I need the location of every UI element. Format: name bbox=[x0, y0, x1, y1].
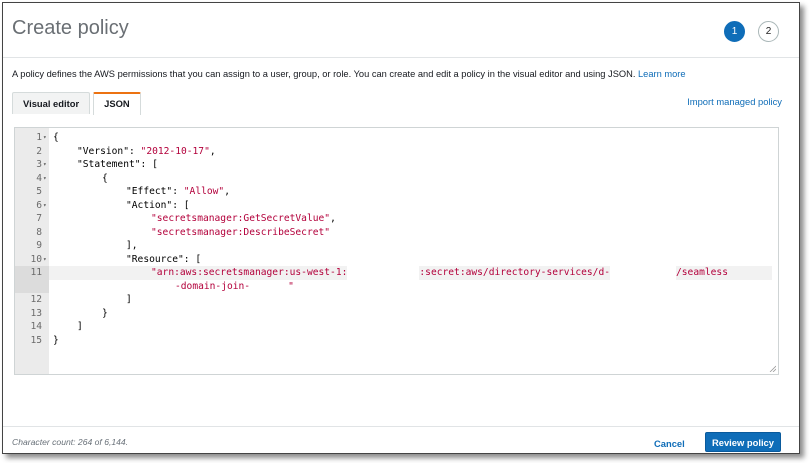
json-string: "Allow" bbox=[183, 186, 225, 197]
code-text: "Resource": [ bbox=[126, 253, 201, 267]
line-number: 12 bbox=[30, 294, 42, 305]
json-string: "2012-10-17" bbox=[140, 145, 210, 157]
fold-arrow-icon[interactable]: ▾ bbox=[43, 172, 47, 186]
line-number: 14 bbox=[30, 321, 42, 332]
code-line-wrap: -domain-join-​" bbox=[15, 279, 778, 293]
code-line: 11 "arn:aws:secretsmanager:us-west-1:​:s… bbox=[15, 266, 778, 280]
line-number: 5 bbox=[36, 186, 42, 197]
wizard-steps: 1 2 bbox=[724, 21, 779, 42]
arn-part: "arn:aws:secretsmanager:us-west-1: bbox=[151, 267, 348, 278]
code-text: } bbox=[53, 334, 59, 346]
code-text: "Action": [ bbox=[126, 199, 190, 213]
line-number: 11 bbox=[30, 267, 42, 278]
editor-tabs: Visual editor JSON bbox=[12, 92, 144, 115]
arn-part: /seamless bbox=[676, 267, 728, 278]
resize-handle-icon[interactable] bbox=[769, 365, 776, 372]
code-text: "secretsmanager:DescribeSecret" bbox=[151, 226, 330, 240]
code-line: 5 "Effect": "Allow", bbox=[15, 185, 778, 199]
json-string: "secretsmanager:GetSecretValue" bbox=[151, 213, 331, 224]
line-number: 15 bbox=[30, 334, 42, 346]
fold-arrow-icon[interactable]: ▾ bbox=[43, 158, 47, 172]
code-text: { bbox=[53, 132, 59, 143]
json-punct: : [ bbox=[140, 159, 158, 170]
code-line: 2 "Version": "2012-10-17", bbox=[15, 145, 778, 159]
code-line: 8 "secretsmanager:DescribeSecret" bbox=[15, 226, 778, 240]
json-key: "Effect" bbox=[126, 186, 173, 197]
review-policy-button[interactable]: Review policy bbox=[705, 432, 781, 452]
json-key: "Version" bbox=[77, 145, 129, 157]
arn-part: :secret:aws/directory-services/d- bbox=[419, 267, 610, 278]
code-text: ] bbox=[126, 294, 132, 305]
fold-arrow-icon[interactable]: ▾ bbox=[43, 253, 47, 267]
code-line: 12 ] bbox=[15, 293, 778, 307]
step-2-indicator: 2 bbox=[758, 21, 779, 42]
json-string: "secretsmanager:DescribeSecret" bbox=[151, 226, 331, 238]
json-punct: : [ bbox=[183, 253, 202, 265]
code-line: 4 ▾ { bbox=[15, 172, 778, 186]
line-number: 4 bbox=[36, 172, 42, 184]
character-count: Character count: 264 of 6,144. bbox=[12, 437, 129, 447]
step-1-indicator: 1 bbox=[724, 21, 745, 42]
json-punct: : [ bbox=[172, 199, 190, 211]
code-text: ], bbox=[126, 240, 138, 251]
arn-part: " bbox=[288, 280, 294, 292]
code-text: -domain-join-​" bbox=[175, 279, 294, 293]
code-line: 10 ▾ "Resource": [ bbox=[15, 253, 778, 267]
code-line: 9 ], bbox=[15, 239, 778, 253]
json-key: "Statement" bbox=[77, 159, 141, 170]
description-text: A policy defines the AWS permissions tha… bbox=[12, 69, 636, 79]
cancel-button[interactable]: Cancel bbox=[654, 438, 685, 449]
code-text: "Effect": "Allow", bbox=[126, 186, 230, 197]
import-managed-policy-link[interactable]: Import managed policy bbox=[687, 96, 782, 107]
tab-json[interactable]: JSON bbox=[93, 92, 141, 115]
code-text: ] bbox=[77, 321, 83, 332]
line-number: 6 bbox=[36, 199, 42, 211]
line-number: 3 bbox=[36, 159, 42, 170]
json-key: "Resource" bbox=[126, 253, 184, 265]
redacted-suffix: ​ bbox=[250, 279, 289, 293]
line-number: 9 bbox=[36, 240, 42, 251]
redacted-directory-id: ​ bbox=[610, 266, 676, 280]
code-text: "secretsmanager:GetSecretValue", bbox=[151, 213, 336, 224]
fold-arrow-icon[interactable]: ▾ bbox=[43, 199, 47, 213]
line-number: 1 bbox=[36, 132, 42, 143]
code-text: { bbox=[102, 172, 108, 184]
tab-visual-editor[interactable]: Visual editor bbox=[12, 92, 91, 114]
learn-more-link[interactable]: Learn more bbox=[638, 69, 686, 79]
json-key: "Action" bbox=[126, 199, 173, 211]
code-line: 7 "secretsmanager:GetSecretValue", bbox=[15, 212, 778, 226]
page-title: Create policy bbox=[12, 17, 129, 39]
code-line: 3 ▾ "Statement": [ bbox=[15, 158, 778, 172]
page-description: A policy defines the AWS permissions tha… bbox=[12, 69, 686, 79]
line-number: 10 bbox=[30, 253, 42, 265]
code-text: "Version": "2012-10-17", bbox=[77, 145, 216, 157]
code-text: "arn:aws:secretsmanager:us-west-1:​:secr… bbox=[151, 266, 728, 280]
json-editor[interactable]: 1 ▾ { 2 "Version": "2012-10-17", 3 ▾ "St… bbox=[14, 127, 779, 375]
line-number: 2 bbox=[36, 145, 42, 157]
line-number: 8 bbox=[36, 226, 42, 238]
create-policy-window: Create policy 1 2 A policy defines the A… bbox=[2, 2, 800, 454]
header-divider bbox=[3, 57, 799, 58]
footer-divider bbox=[3, 426, 799, 427]
code-line: 6 ▾ "Action": [ bbox=[15, 199, 778, 213]
line-number: 7 bbox=[36, 213, 42, 224]
arn-part: -domain-join- bbox=[175, 280, 251, 292]
code-text: } bbox=[102, 307, 108, 319]
code-line: 1 ▾ { bbox=[15, 131, 778, 145]
code-line: 14 ] bbox=[15, 320, 778, 334]
code-line: 15 } bbox=[15, 334, 778, 348]
code-text: "Statement": [ bbox=[77, 158, 158, 172]
line-number: 13 bbox=[30, 307, 42, 319]
code-line: 13 } bbox=[15, 307, 778, 321]
fold-arrow-icon[interactable]: ▾ bbox=[43, 131, 47, 145]
redacted-account-id: ​ bbox=[347, 266, 420, 280]
